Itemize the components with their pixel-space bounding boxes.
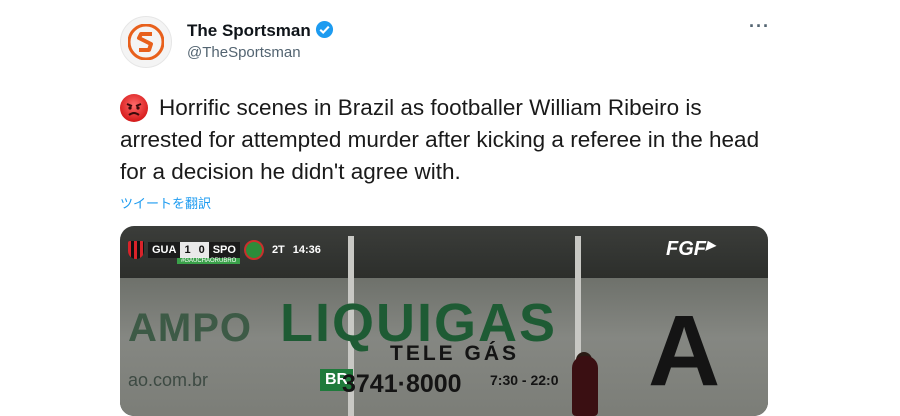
sign-left: AMPO — [128, 306, 252, 350]
tv-icon: ▶ — [706, 238, 716, 252]
tweet-body: Horrific scenes in Brazil as footballer … — [120, 95, 760, 184]
match-clock: 14:36 — [292, 244, 321, 256]
display-name[interactable]: The Sportsman — [187, 21, 311, 41]
home-team: GUA — [148, 242, 181, 258]
sportsman-logo-icon — [128, 24, 164, 60]
tweet-text: Horrific scenes in Brazil as footballer … — [120, 92, 780, 188]
sign-hours: 7:30 - 22:0 — [490, 372, 559, 388]
account-handle[interactable]: @TheSportsman — [187, 44, 301, 61]
home-crest-icon — [128, 241, 144, 259]
sign-right: A — [648, 295, 721, 407]
translate-tweet-link[interactable]: ツイートを翻訳 — [120, 193, 211, 212]
scoreboard-hashtag: #GAUCHAORUBRO — [177, 258, 241, 264]
verified-badge-icon — [315, 20, 334, 39]
player — [572, 356, 598, 416]
sign-site: ao.com.br — [128, 370, 209, 390]
more-options-button[interactable]: ··· — [749, 16, 770, 37]
sign-sub: TELE GÁS — [390, 342, 520, 365]
away-team: SPO — [208, 242, 240, 258]
away-crest-icon — [243, 240, 264, 260]
sign-phone: 3741·8000 — [342, 370, 462, 398]
avatar[interactable] — [120, 16, 172, 68]
tweet-media-video[interactable]: AMPO ao.com.br LIQUIGAS TELE GÁS BR 3741… — [120, 226, 768, 416]
broadcaster-label: FGF — [666, 238, 706, 260]
home-score: 1 — [180, 242, 195, 258]
away-score: 0 — [194, 242, 209, 258]
match-period: 2T — [271, 244, 285, 256]
broadcaster-logo: FGF▶ — [666, 238, 715, 261]
scoreboard: GUA 1 0 SPO 2T 14:36 — [128, 240, 321, 260]
